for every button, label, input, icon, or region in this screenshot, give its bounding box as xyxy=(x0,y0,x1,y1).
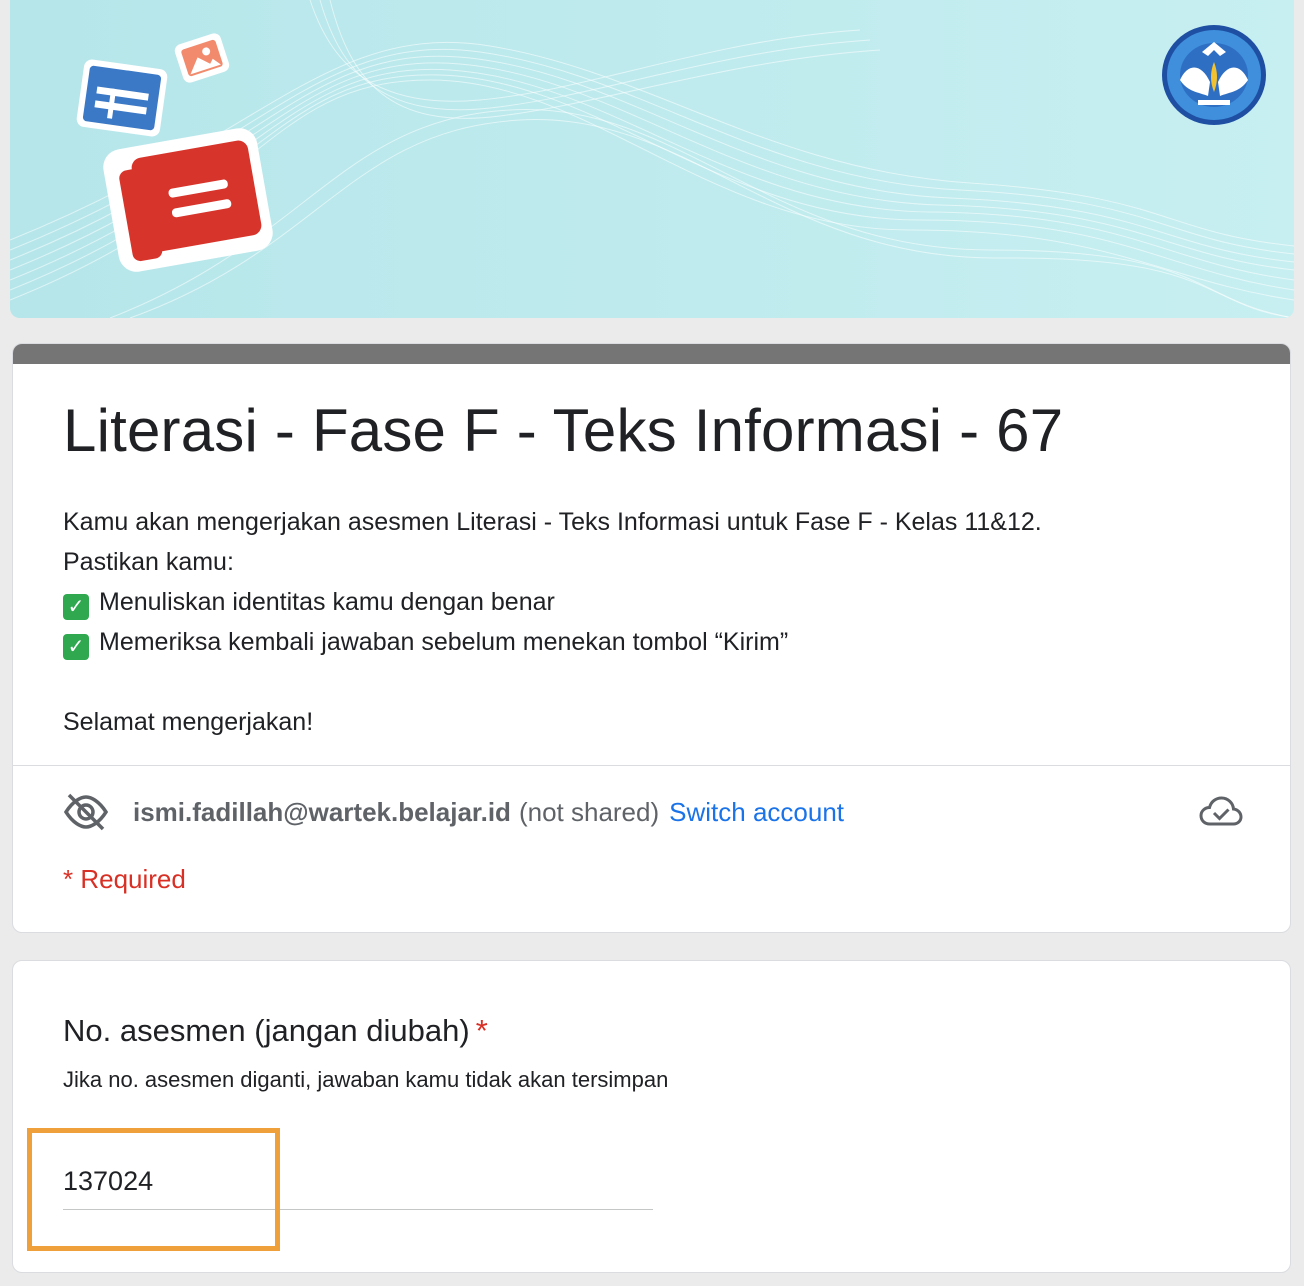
checklist-text: Memeriksa kembali jawaban sebelum meneka… xyxy=(99,628,789,656)
description-line: Pastikan kamu: xyxy=(63,548,234,576)
kemendikbud-logo xyxy=(1162,25,1266,125)
account-email: ismi.fadillah@wartek.belajar.id xyxy=(133,796,511,827)
description-line: Kamu akan mengerjakan asesmen Literasi -… xyxy=(63,508,1042,536)
check-mark-icon: ✓ xyxy=(63,634,89,660)
form-description: Kamu akan mengerjakan asesmen Literasi -… xyxy=(63,502,1042,742)
divider xyxy=(13,765,1290,766)
account-row: ismi.fadillah@wartek.belajar.id (not sha… xyxy=(63,792,1243,832)
banner-illustration xyxy=(10,0,1294,318)
checklist-item: ✓ Menuliskan identitas kamu dengan benar xyxy=(63,582,1042,622)
header-banner xyxy=(10,0,1294,318)
highlight-box xyxy=(27,1128,280,1251)
check-mark-icon: ✓ xyxy=(63,594,89,620)
form-header-card: Literasi - Fase F - Teks Informasi - 67 … xyxy=(12,343,1291,933)
accent-bar xyxy=(13,344,1290,364)
visibility-off-icon xyxy=(63,793,109,831)
question-title: No. asesmen (jangan diubah) * xyxy=(63,1013,488,1049)
checklist-text: Menuliskan identitas kamu dengan benar xyxy=(99,588,555,616)
form-title: Literasi - Fase F - Teks Informasi - 67 xyxy=(63,397,1064,464)
switch-account-link[interactable]: Switch account xyxy=(669,797,844,828)
description-closing: Selamat mengerjakan! xyxy=(63,708,314,736)
question-help-text: Jika no. asesmen diganti, jawaban kamu t… xyxy=(63,1067,669,1092)
cloud-done-icon[interactable] xyxy=(1199,794,1243,830)
question-title-text: No. asesmen (jangan diubah) xyxy=(63,1013,470,1048)
checklist-item: ✓ Memeriksa kembali jawaban sebelum menek… xyxy=(63,622,1042,662)
required-note: * Required xyxy=(63,864,186,894)
required-star: * xyxy=(475,1013,488,1048)
table-icon xyxy=(76,59,168,137)
not-shared-label: (not shared) xyxy=(518,796,660,827)
